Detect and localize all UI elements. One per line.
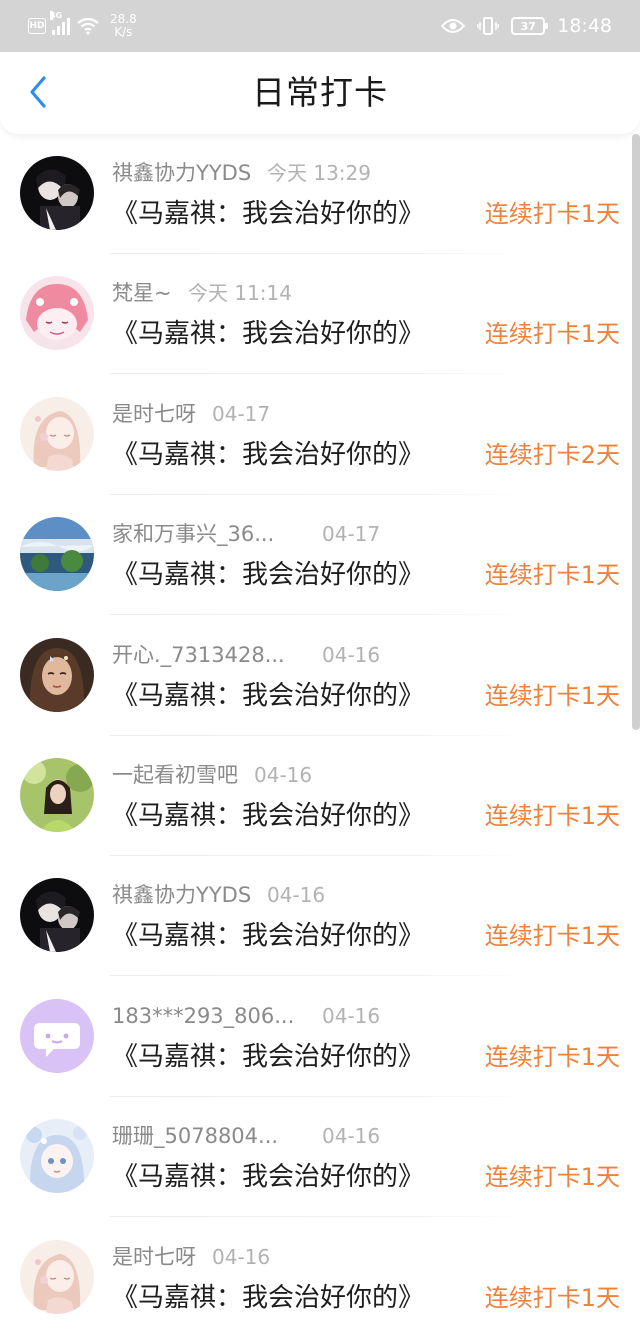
avatar[interactable] (20, 998, 94, 1073)
streak-badge: 连续打卡1天 (484, 561, 620, 590)
username[interactable]: 祺鑫协力YYDS (112, 882, 251, 908)
username[interactable]: 开心._7313428... (112, 642, 285, 668)
checkin-item[interactable]: 是时七呀 04-17 《马嘉祺：我会治好你的》 连续打卡2天 (0, 375, 632, 495)
streak-badge: 连续打卡1天 (484, 1042, 620, 1071)
streak-badge: 连续打卡1天 (484, 1163, 620, 1192)
vibrate-icon (477, 17, 500, 35)
checkin-time: 04-16 (212, 1244, 271, 1269)
checkin-item[interactable]: 家和万事兴_36... 04-17 《马嘉祺：我会治好你的》 连续打卡1天 (0, 495, 632, 616)
pale-anime-girl-avatar-image (20, 396, 94, 471)
checkin-time: 04-16 (267, 883, 326, 908)
avatar[interactable] (20, 637, 94, 712)
checkin-list[interactable]: 祺鑫协力YYDS 今天 13:29 《马嘉祺：我会治好你的》 连续打卡1天 梵星… (0, 134, 640, 1330)
checkin-item[interactable]: 是时七呀 04-16 《马嘉祺：我会治好你的》 连续打卡1天 (0, 1218, 632, 1330)
clock: 18:48 (557, 15, 612, 37)
network-speed: 28.8 K/s (110, 13, 137, 39)
avatar[interactable] (20, 156, 94, 230)
work-title[interactable]: 《马嘉祺：我会治好你的》 (112, 318, 424, 350)
username[interactable]: 祺鑫协力YYDS (112, 160, 251, 186)
checkin-time: 今天 13:29 (267, 161, 371, 185)
checkin-time: 今天 11:14 (188, 281, 292, 306)
work-title[interactable]: 《马嘉祺：我会治好你的》 (112, 1041, 424, 1073)
eye-icon (441, 19, 466, 33)
checkin-time: 04-16 (322, 1003, 381, 1028)
girl-green-photo-avatar-image (20, 757, 94, 832)
status-bar: HD 4G 28.8 K/s 37 18:48 (0, 0, 640, 52)
avatar[interactable] (20, 1119, 94, 1194)
streak-badge: 连续打卡1天 (484, 922, 620, 951)
work-title[interactable]: 《马嘉祺：我会治好你的》 (112, 680, 424, 712)
username[interactable]: 一起看初雪吧 (112, 762, 238, 788)
hd-icon: HD (28, 18, 46, 34)
streak-badge: 连续打卡1天 (484, 801, 620, 830)
status-left: HD 4G 28.8 K/s (28, 10, 137, 42)
girl-portrait-avatar-image (20, 637, 94, 712)
avatar[interactable] (20, 1239, 94, 1314)
checkin-time: 04-16 (322, 642, 381, 667)
work-title[interactable]: 《马嘉祺：我会治好你的》 (112, 559, 424, 591)
checkin-item[interactable]: 祺鑫协力YYDS 04-16 《马嘉祺：我会治好你的》 连续打卡1天 (0, 856, 632, 977)
app-header: 日常打卡 (0, 52, 640, 134)
work-title[interactable]: 《马嘉祺：我会治好你的》 (112, 439, 424, 471)
couple-dark-photo-avatar-image (20, 878, 94, 953)
checkin-item[interactable]: 珊珊_5078804... 04-16 《马嘉祺：我会治好你的》 连续打卡1天 (0, 1097, 632, 1218)
couple-dark-photo-avatar-image (20, 156, 94, 230)
signal-icon: 4G (50, 11, 70, 35)
checkin-time: 04-17 (212, 401, 271, 426)
streak-badge: 连续打卡1天 (484, 320, 620, 349)
username[interactable]: 家和万事兴_36... (112, 521, 274, 547)
avatar[interactable] (20, 757, 94, 832)
username[interactable]: 183***293_806... (112, 1003, 294, 1029)
status-right: 37 18:48 (441, 10, 612, 42)
streak-badge: 连续打卡2天 (484, 440, 620, 469)
pink-anime-girl-avatar-image (20, 276, 94, 351)
work-title[interactable]: 《马嘉祺：我会治好你的》 (112, 198, 424, 230)
avatar[interactable] (20, 517, 94, 592)
battery-level: 37 (520, 19, 536, 33)
streak-badge: 连续打卡1天 (484, 200, 620, 228)
scrollbar[interactable] (632, 134, 640, 730)
work-title[interactable]: 《马嘉祺：我会治好你的》 (112, 800, 424, 832)
checkin-item[interactable]: 开心._7313428... 04-16 《马嘉祺：我会治好你的》 连续打卡1天 (0, 616, 632, 736)
purple-chat-default-avatar-image (20, 998, 94, 1073)
username[interactable]: 梵星~ (112, 280, 172, 306)
username[interactable]: 珊珊_5078804... (112, 1123, 278, 1149)
blue-anime-girl-avatar-image (20, 1119, 94, 1194)
checkin-item[interactable]: 一起看初雪吧 04-16 《马嘉祺：我会治好你的》 连续打卡1天 (0, 736, 632, 856)
speed-unit: K/s (114, 25, 133, 39)
streak-badge: 连续打卡1天 (484, 681, 620, 710)
checkin-time: 04-17 (322, 522, 381, 547)
page-title: 日常打卡 (252, 73, 388, 112)
work-title[interactable]: 《马嘉祺：我会治好你的》 (112, 920, 424, 952)
network-type: 4G (50, 11, 63, 20)
pale-anime-girl-avatar-image (20, 1239, 94, 1314)
landscape-photo-avatar-image (20, 517, 94, 592)
battery-icon: 37 (511, 17, 549, 35)
work-title[interactable]: 《马嘉祺：我会治好你的》 (112, 1161, 424, 1193)
avatar[interactable] (20, 276, 94, 351)
checkin-time: 04-16 (322, 1124, 381, 1149)
work-title[interactable]: 《马嘉祺：我会治好你的》 (112, 1282, 424, 1314)
avatar[interactable] (20, 396, 94, 471)
checkin-time: 04-16 (254, 762, 313, 787)
streak-badge: 连续打卡1天 (484, 1283, 620, 1312)
checkin-item[interactable]: 祺鑫协力YYDS 今天 13:29 《马嘉祺：我会治好你的》 连续打卡1天 (0, 134, 632, 254)
avatar[interactable] (20, 878, 94, 953)
username[interactable]: 是时七呀 (112, 401, 196, 427)
wifi-icon (77, 17, 99, 35)
checkin-item[interactable]: 梵星~ 今天 11:14 《马嘉祺：我会治好你的》 连续打卡1天 (0, 254, 632, 375)
username[interactable]: 是时七呀 (112, 1244, 196, 1270)
checkin-item[interactable]: 183***293_806... 04-16 《马嘉祺：我会治好你的》 连续打卡… (0, 977, 632, 1097)
